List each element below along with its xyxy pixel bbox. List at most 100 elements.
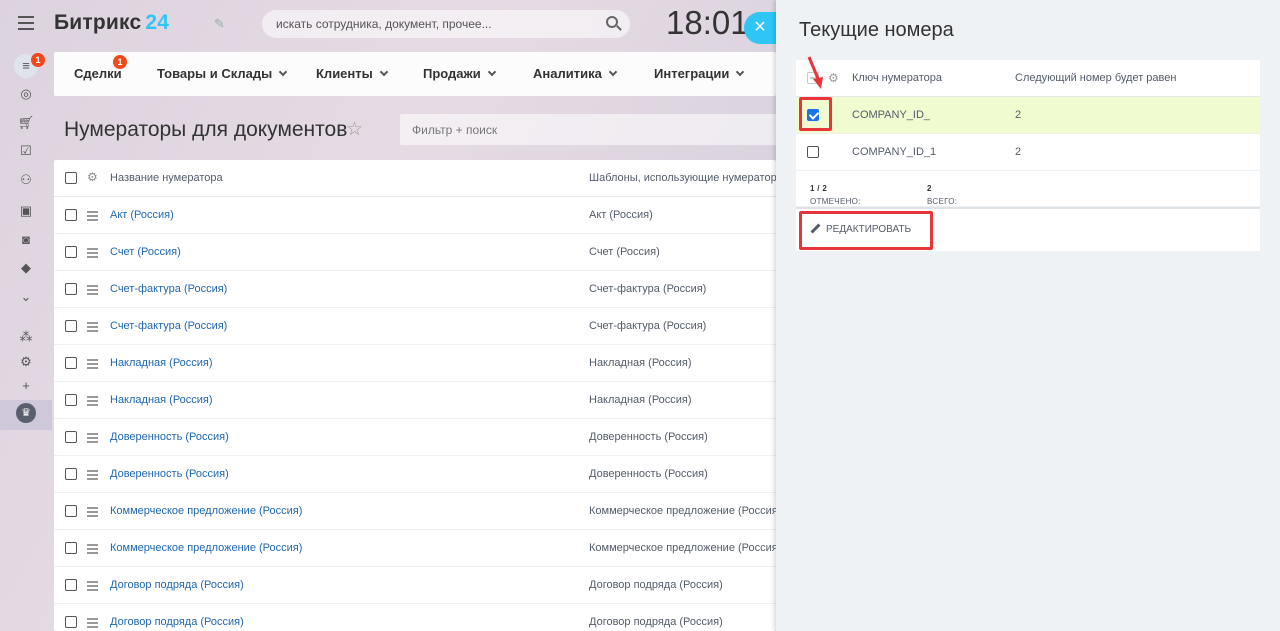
table-row[interactable]: COMPANY_ID_ 2 [796,97,1260,134]
filter-search-input[interactable]: Фильтр + поиск [400,114,776,145]
row-checkbox[interactable] [807,146,819,158]
people-icon[interactable]: ⚇ [14,168,38,192]
table-row[interactable]: Договор подряда (Россия) Договор подряда … [54,567,776,604]
logo[interactable]: Битрикс 24 [54,11,169,35]
drag-handle-icon[interactable] [87,433,98,445]
table-row[interactable]: Договор подряда (Россия) Договор подряда … [54,604,776,631]
gear-icon[interactable]: ⚙ [14,350,38,374]
nav-item-products[interactable]: Товары и Склады [157,66,288,81]
table-row[interactable]: Накладная (Россия) Накладная (Россия) [54,345,776,382]
left-rail: ≡ 1 ◎ 🛒︎ ☑ ⚇ ▣ ◙ ◆ ⌄ ⁂ ⚙ + ♛ [0,48,52,631]
selected-value: 1 / 2 [810,184,828,193]
row-checkbox[interactable] [65,542,77,554]
drag-handle-icon[interactable] [87,285,98,297]
drag-handle-icon[interactable] [87,470,98,482]
chevron-down-circle-icon[interactable]: ⌄ [14,285,38,309]
crm-nav: Сделки 1 Товары и Склады Клиенты Продажи… [54,52,776,96]
table-row[interactable]: Доверенность (Россия) Доверенность (Росси… [54,419,776,456]
target-icon[interactable]: ◎ [14,82,38,106]
close-slider-button[interactable]: × [744,12,776,44]
table-row[interactable]: Счет-фактура (Россия) Счет-фактура (Росси… [54,271,776,308]
menu-icon[interactable] [18,16,34,30]
search-input[interactable]: искать сотрудника, документ, прочее... [262,10,630,38]
numerator-name-link[interactable]: Коммерческое предложение (Россия) [110,505,302,517]
top-header: Битрикс 24 ✎ искать сотрудника, документ,… [0,0,776,48]
row-checkbox[interactable] [65,505,77,517]
gear-icon[interactable]: ⚙ [87,171,99,183]
numerator-name-link[interactable]: Доверенность (Россия) [110,431,229,443]
plus-icon[interactable]: + [14,374,38,398]
row-checkbox[interactable] [65,283,77,295]
table-row[interactable]: Коммерческое предложение (Россия) Коммерч… [54,530,776,567]
numerator-name-link[interactable]: Доверенность (Россия) [110,468,229,480]
row-checkbox[interactable] [65,209,77,221]
search-placeholder: искать сотрудника, документ, прочее... [276,17,492,31]
clock[interactable]: 18:01 [666,4,749,42]
sitemap-icon[interactable]: ⁂ [14,325,38,349]
edit-pencil-icon[interactable]: ✎ [214,16,225,32]
column-header-templates[interactable]: Шаблоны, использующие нумератор [589,172,776,184]
nav-item-deals[interactable]: Сделки [74,66,122,81]
row-next-number: 2 [1015,146,1022,158]
row-checkbox[interactable] [65,357,77,369]
numerator-name-link[interactable]: Накладная (Россия) [110,394,213,406]
drag-handle-icon[interactable] [87,359,98,371]
numerator-name-link[interactable]: Счет-фактура (Россия) [110,320,227,332]
nav-item-integrations[interactable]: Интеграции [654,66,745,81]
filter-placeholder: Фильтр + поиск [412,123,498,137]
nav-item-analytics[interactable]: Аналитика [533,66,618,81]
chevron-down-icon [487,67,496,77]
row-checkbox[interactable] [65,579,77,591]
drag-handle-icon[interactable] [87,211,98,223]
drag-handle-icon[interactable] [87,396,98,408]
numerator-name-link[interactable]: Коммерческое предложение (Россия) [110,542,302,554]
template-name: Накладная (Россия) [589,357,692,369]
row-checkbox[interactable] [65,246,77,258]
numerator-name-link[interactable]: Счет-фактура (Россия) [110,283,227,295]
template-name: Коммерческое предложение (Россия) [589,505,776,517]
robot-icon[interactable]: ◙ [14,228,38,252]
numerator-name-link[interactable]: Счет (Россия) [110,246,181,258]
contact-card-icon[interactable]: ▣ [14,199,38,223]
table-row[interactable]: Накладная (Россия) Накладная (Россия) [54,382,776,419]
star-icon[interactable]: ☆ [346,118,363,141]
row-checkbox[interactable] [65,616,77,628]
numerator-name-link[interactable]: Договор подряда (Россия) [110,616,244,628]
row-checkbox[interactable] [65,394,77,406]
column-header-next-number[interactable]: Следующий номер будет равен [1015,72,1176,84]
numerator-name-link[interactable]: Накладная (Россия) [110,357,213,369]
row-checkbox[interactable] [65,431,77,443]
template-name: Акт (Россия) [589,209,653,221]
drag-handle-icon[interactable] [87,322,98,334]
cart-icon[interactable]: 🛒︎ [14,111,38,135]
nav-item-sales[interactable]: Продажи [423,66,496,81]
slider-panel: Текущие номера ⚙ Ключ нумератора Следующ… [776,0,1280,631]
task-icon[interactable]: ☑ [14,139,38,163]
row-checkbox[interactable] [65,468,77,480]
nav-item-clients[interactable]: Клиенты [316,66,388,81]
template-name: Накладная (Россия) [589,394,692,406]
drag-handle-icon[interactable] [87,248,98,260]
drag-handle-icon[interactable] [87,618,98,630]
total-value: 2 [927,184,932,193]
drag-handle-icon[interactable] [87,544,98,556]
table-row[interactable]: Коммерческое предложение (Россия) Коммерч… [54,493,776,530]
box-icon[interactable]: ◆ [14,256,38,280]
drag-handle-icon[interactable] [87,507,98,519]
select-all-checkbox[interactable] [65,172,77,184]
column-header-key[interactable]: Ключ нумератора [852,72,942,84]
crown-icon[interactable]: ♛ [16,403,36,423]
gear-icon[interactable]: ⚙ [828,72,839,84]
table-row[interactable]: Счет (Россия) Счет (Россия) [54,234,776,271]
column-header-name[interactable]: Название нумератора [110,172,223,184]
table-row[interactable]: Счет-фактура (Россия) Счет-фактура (Росси… [54,308,776,345]
numerator-name-link[interactable]: Акт (Россия) [110,209,174,221]
table-row[interactable]: Акт (Россия) Акт (Россия) [54,197,776,234]
drag-handle-icon[interactable] [87,581,98,593]
numerator-name-link[interactable]: Договор подряда (Россия) [110,579,244,591]
row-checkbox[interactable] [65,320,77,332]
table-row[interactable]: COMPANY_ID_1 2 [796,134,1260,171]
table-row[interactable]: Доверенность (Россия) Доверенность (Росси… [54,456,776,493]
feed-badge: 1 [31,53,45,67]
search-icon[interactable] [606,16,618,28]
